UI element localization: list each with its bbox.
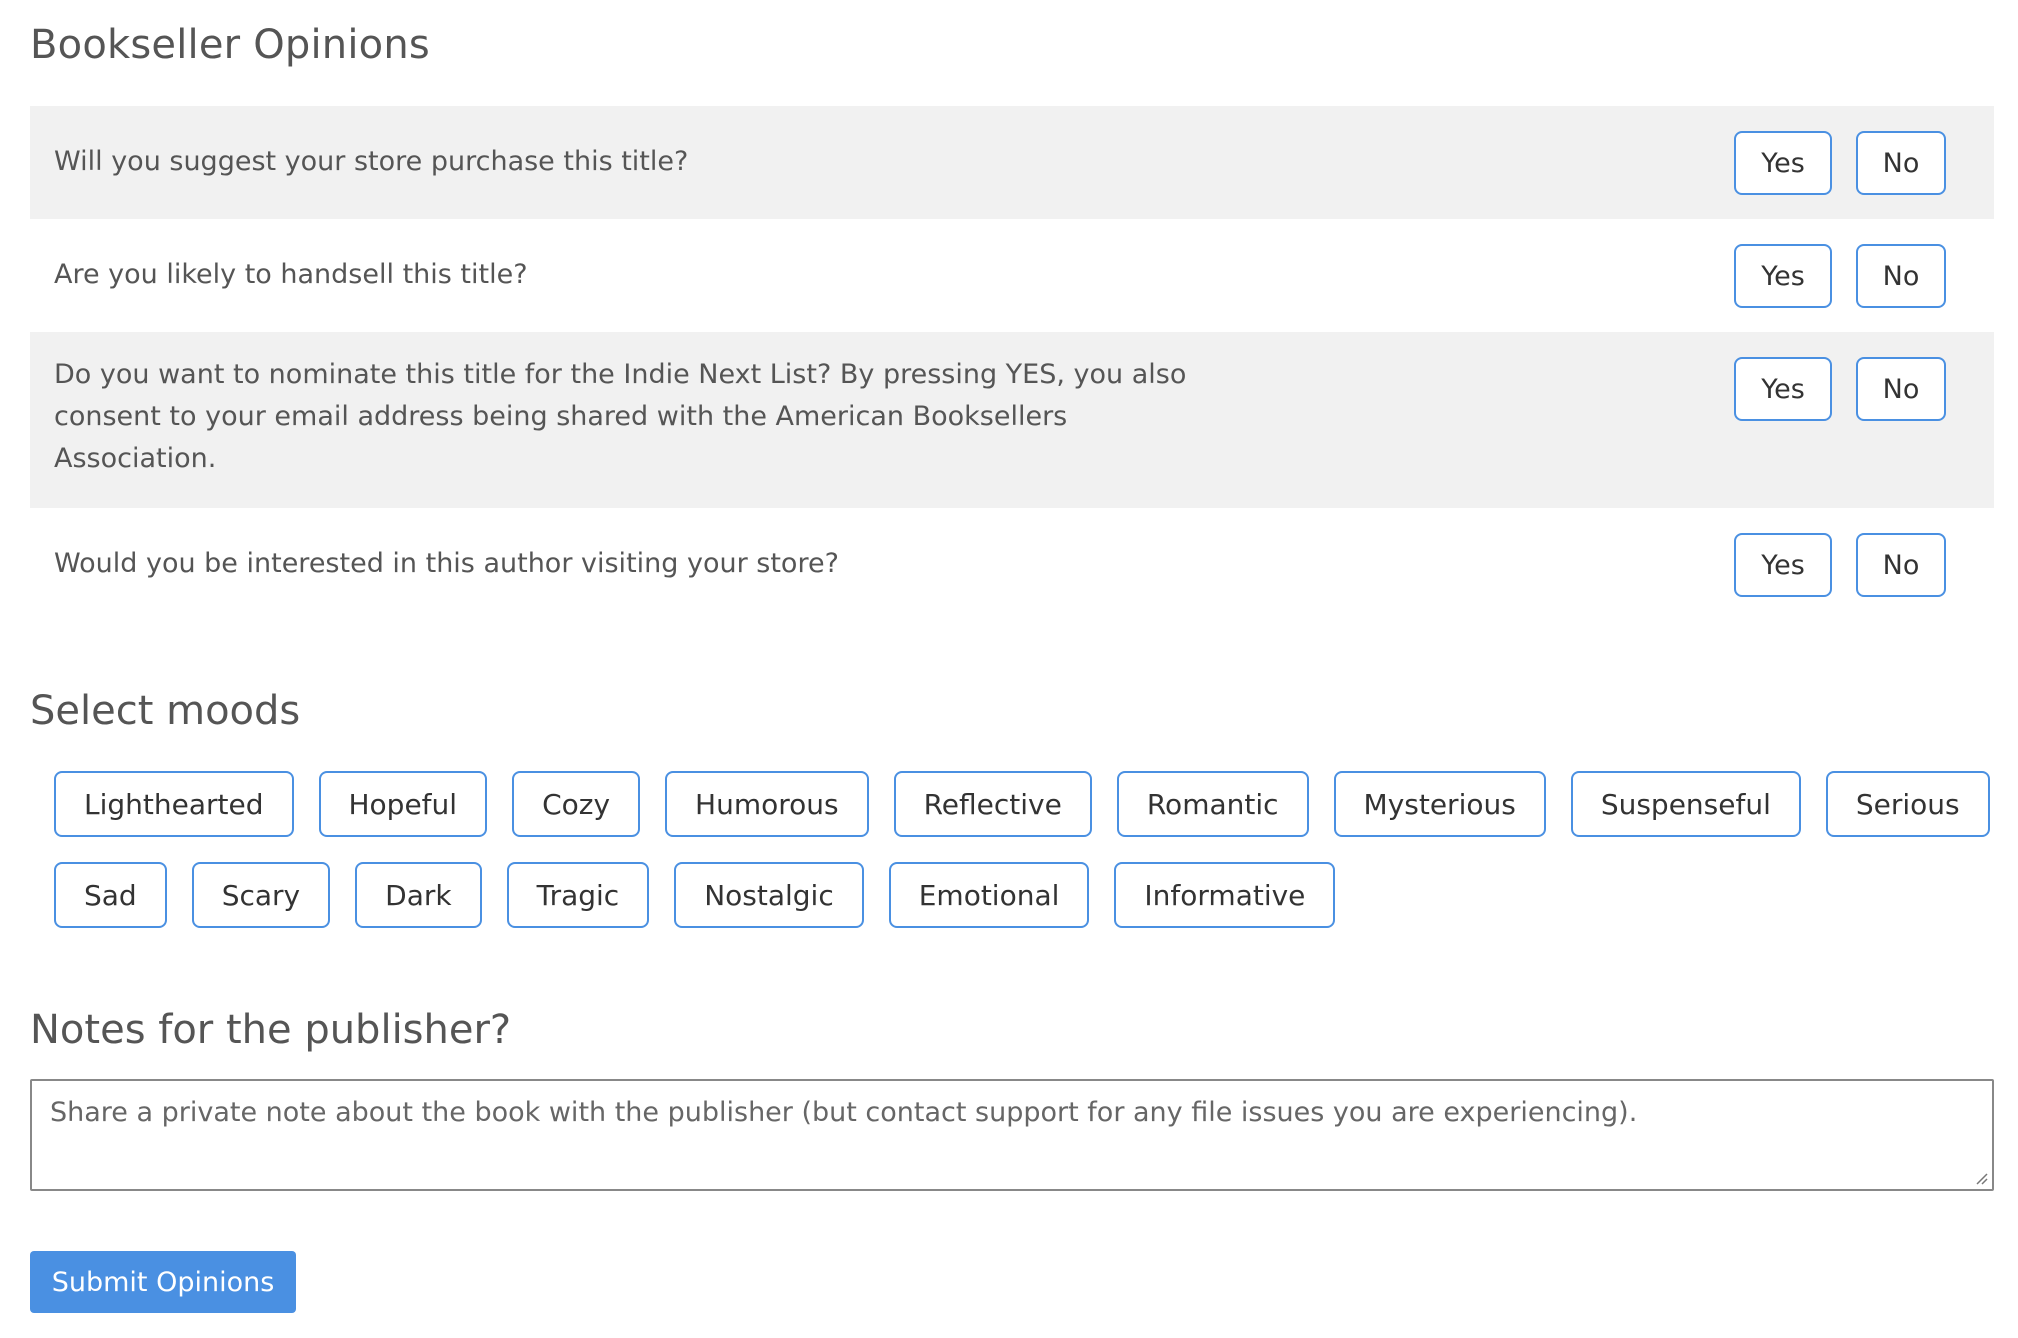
question-text: Will you suggest your store purchase thi… <box>54 146 689 177</box>
question-row-handsell: Are you likely to handsell this title? Y… <box>30 219 1994 332</box>
mood-row: Sad Scary Dark Tragic Nostalgic Emotiona… <box>54 862 1954 928</box>
bookseller-opinions-form: Bookseller Opinions Will you suggest you… <box>30 0 1994 1313</box>
moods-heading: Select moods <box>30 688 301 734</box>
no-button[interactable]: No <box>1856 244 1946 308</box>
yes-no-group: Yes No <box>1734 357 1946 421</box>
notes-field <box>30 1079 1994 1191</box>
mood-chip-nostalgic[interactable]: Nostalgic <box>674 862 864 928</box>
mood-chip-reflective[interactable]: Reflective <box>893 771 1092 837</box>
yes-button[interactable]: Yes <box>1734 357 1832 421</box>
resize-grip-icon[interactable] <box>1974 1171 1988 1185</box>
opinions-heading: Bookseller Opinions <box>30 22 430 68</box>
no-button[interactable]: No <box>1856 131 1946 195</box>
mood-chip-scary[interactable]: Scary <box>191 862 331 928</box>
no-button[interactable]: No <box>1856 533 1946 597</box>
mood-chip-suspenseful[interactable]: Suspenseful <box>1570 771 1801 837</box>
mood-chip-list: Lighthearted Hopeful Cozy Humorous Refle… <box>54 771 1990 953</box>
question-list: Will you suggest your store purchase thi… <box>30 106 1994 621</box>
mood-chip-tragic[interactable]: Tragic <box>506 862 650 928</box>
yes-no-group: Yes No <box>1734 533 1946 597</box>
mood-chip-cozy[interactable]: Cozy <box>512 771 641 837</box>
yes-no-group: Yes No <box>1734 131 1946 195</box>
mood-chip-humorous[interactable]: Humorous <box>665 771 869 837</box>
question-text: Would you be interested in this author v… <box>54 548 839 579</box>
question-text: Do you want to nominate this title for t… <box>54 359 1187 474</box>
no-button[interactable]: No <box>1856 357 1946 421</box>
yes-no-group: Yes No <box>1734 244 1946 308</box>
mood-chip-romantic[interactable]: Romantic <box>1116 771 1309 837</box>
notes-heading: Notes for the publisher? <box>30 1007 512 1053</box>
mood-chip-lighthearted[interactable]: Lighthearted <box>54 771 294 837</box>
mood-row: Lighthearted Hopeful Cozy Humorous Refle… <box>54 771 1990 837</box>
mood-chip-dark[interactable]: Dark <box>355 862 482 928</box>
yes-button[interactable]: Yes <box>1734 131 1832 195</box>
question-row-indie-next: Do you want to nominate this title for t… <box>30 332 1994 508</box>
question-text: Are you likely to handsell this title? <box>54 259 528 290</box>
publisher-notes-textarea[interactable] <box>32 1081 1992 1189</box>
submit-opinions-button[interactable]: Submit Opinions <box>30 1251 296 1313</box>
mood-chip-informative[interactable]: Informative <box>1114 862 1336 928</box>
mood-chip-mysterious[interactable]: Mysterious <box>1333 771 1546 837</box>
yes-button[interactable]: Yes <box>1734 244 1832 308</box>
mood-chip-sad[interactable]: Sad <box>54 862 167 928</box>
question-row-purchase: Will you suggest your store purchase thi… <box>30 106 1994 219</box>
mood-chip-serious[interactable]: Serious <box>1825 771 1990 837</box>
mood-chip-hopeful[interactable]: Hopeful <box>318 771 488 837</box>
question-row-author-visit: Would you be interested in this author v… <box>30 508 1994 621</box>
mood-chip-emotional[interactable]: Emotional <box>888 862 1090 928</box>
yes-button[interactable]: Yes <box>1734 533 1832 597</box>
